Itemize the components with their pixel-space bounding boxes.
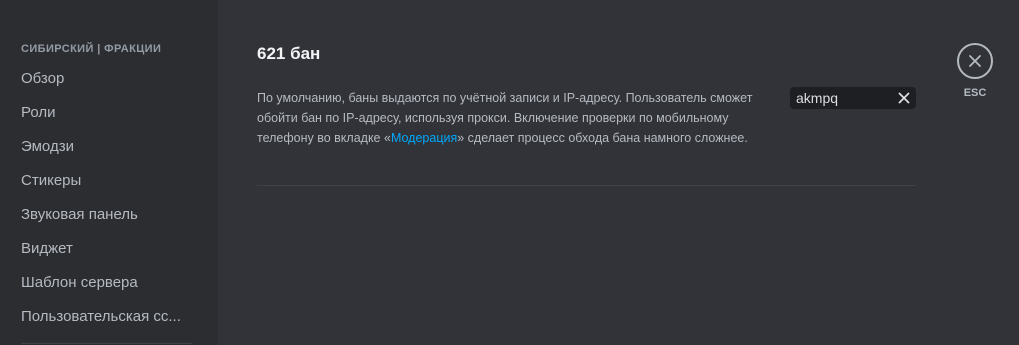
sidebar-item-soundboard[interactable]: Звуковая панель — [10, 199, 202, 231]
close-settings-button[interactable] — [957, 43, 993, 79]
sidebar-item-stickers[interactable]: Стикеры — [10, 165, 202, 197]
esc-label: ESC — [963, 87, 987, 99]
esc-close-control: ESC — [957, 43, 993, 100]
moderation-link[interactable]: Модерация — [391, 131, 457, 145]
close-icon[interactable] — [896, 90, 912, 106]
sidebar-item-server-template[interactable]: Шаблон сервера — [10, 267, 202, 299]
ban-search-box — [790, 87, 916, 109]
sidebar-item-custom-link[interactable]: Пользовательская сс... — [10, 301, 202, 333]
settings-window: СИБИРСКИЙ | ФРАКЦИИ Обзор Роли Эмодзи Ст… — [0, 0, 1019, 345]
sidebar-item-emoji[interactable]: Эмодзи — [10, 131, 202, 163]
ban-search-input[interactable] — [796, 88, 896, 108]
page-title: 621 бан — [257, 44, 321, 63]
settings-sidebar: СИБИРСКИЙ | ФРАКЦИИ Обзор Роли Эмодзи Ст… — [0, 0, 218, 345]
close-icon — [969, 55, 981, 67]
sidebar-item-overview[interactable]: Обзор — [10, 63, 202, 95]
content-divider — [257, 185, 916, 186]
bans-description: По умолчанию, баны выдаются по учётной з… — [257, 88, 757, 148]
description-text-end: » сделает процесс обхода бана намного сл… — [457, 131, 748, 145]
sidebar-item-roles[interactable]: Роли — [10, 97, 202, 129]
clear-search-glyph — [898, 92, 910, 104]
sidebar-header-server-name: СИБИРСКИЙ | ФРАКЦИИ — [21, 43, 162, 55]
sidebar-item-widget[interactable]: Виджет — [10, 233, 202, 265]
settings-content: 621 бан По умолчанию, баны выдаются по у… — [218, 0, 1019, 345]
sidebar-divider — [21, 343, 192, 344]
